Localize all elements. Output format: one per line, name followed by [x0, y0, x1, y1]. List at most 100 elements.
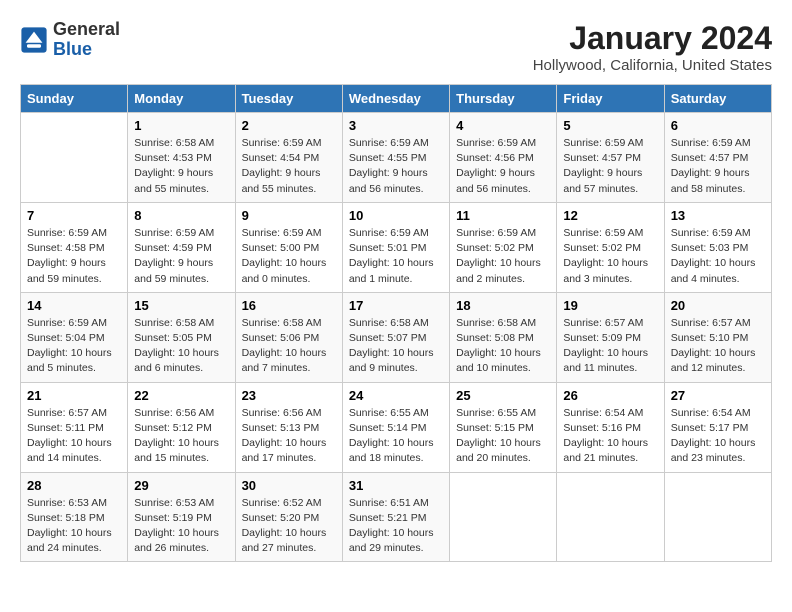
day-number: 31: [349, 478, 443, 493]
logo-general-text: General: [53, 20, 120, 40]
day-number: 11: [456, 208, 550, 223]
day-number: 9: [242, 208, 336, 223]
logo: General Blue: [20, 20, 120, 60]
day-info: Sunrise: 6:57 AM Sunset: 5:11 PM Dayligh…: [27, 406, 121, 467]
calendar-cell: 28 Sunrise: 6:53 AM Sunset: 5:18 PM Dayli…: [21, 472, 128, 562]
column-header-friday: Friday: [557, 85, 664, 113]
calendar-cell: 3 Sunrise: 6:59 AM Sunset: 4:55 PM Daylig…: [342, 113, 449, 203]
day-info: Sunrise: 6:53 AM Sunset: 5:19 PM Dayligh…: [134, 496, 228, 557]
day-number: 24: [349, 388, 443, 403]
calendar-cell: 29 Sunrise: 6:53 AM Sunset: 5:19 PM Dayli…: [128, 472, 235, 562]
day-info: Sunrise: 6:54 AM Sunset: 5:16 PM Dayligh…: [563, 406, 657, 467]
column-header-wednesday: Wednesday: [342, 85, 449, 113]
calendar-cell: [450, 472, 557, 562]
calendar-week-row: 7 Sunrise: 6:59 AM Sunset: 4:58 PM Daylig…: [21, 202, 772, 292]
day-info: Sunrise: 6:58 AM Sunset: 5:08 PM Dayligh…: [456, 316, 550, 377]
calendar-cell: 4 Sunrise: 6:59 AM Sunset: 4:56 PM Daylig…: [450, 113, 557, 203]
day-number: 18: [456, 298, 550, 313]
day-info: Sunrise: 6:59 AM Sunset: 5:00 PM Dayligh…: [242, 226, 336, 287]
page-header: General Blue January 2024 Hollywood, Cal…: [20, 20, 772, 74]
day-number: 13: [671, 208, 765, 223]
day-info: Sunrise: 6:59 AM Sunset: 4:59 PM Dayligh…: [134, 226, 228, 287]
day-info: Sunrise: 6:59 AM Sunset: 4:57 PM Dayligh…: [563, 136, 657, 197]
calendar-cell: 9 Sunrise: 6:59 AM Sunset: 5:00 PM Daylig…: [235, 202, 342, 292]
day-number: 4: [456, 118, 550, 133]
day-info: Sunrise: 6:58 AM Sunset: 5:05 PM Dayligh…: [134, 316, 228, 377]
day-number: 27: [671, 388, 765, 403]
calendar-cell: 26 Sunrise: 6:54 AM Sunset: 5:16 PM Dayli…: [557, 382, 664, 472]
calendar-cell: 8 Sunrise: 6:59 AM Sunset: 4:59 PM Daylig…: [128, 202, 235, 292]
location-subtitle: Hollywood, California, United States: [533, 57, 772, 74]
day-info: Sunrise: 6:59 AM Sunset: 5:02 PM Dayligh…: [563, 226, 657, 287]
calendar-cell: 18 Sunrise: 6:58 AM Sunset: 5:08 PM Dayli…: [450, 292, 557, 382]
day-number: 16: [242, 298, 336, 313]
day-info: Sunrise: 6:53 AM Sunset: 5:18 PM Dayligh…: [27, 496, 121, 557]
calendar-cell: 23 Sunrise: 6:56 AM Sunset: 5:13 PM Dayli…: [235, 382, 342, 472]
day-info: Sunrise: 6:59 AM Sunset: 4:58 PM Dayligh…: [27, 226, 121, 287]
calendar-cell: 19Sunrise: 6:57 AM Sunset: 5:09 PM Dayli…: [557, 292, 664, 382]
day-number: 15: [134, 298, 228, 313]
day-number: 29: [134, 478, 228, 493]
calendar-cell: 17Sunrise: 6:58 AM Sunset: 5:07 PM Dayli…: [342, 292, 449, 382]
title-block: January 2024 Hollywood, California, Unit…: [533, 20, 772, 74]
calendar-cell: [557, 472, 664, 562]
day-number: 30: [242, 478, 336, 493]
day-info: Sunrise: 6:57 AM Sunset: 5:10 PM Dayligh…: [671, 316, 765, 377]
calendar-week-row: 14Sunrise: 6:59 AM Sunset: 5:04 PM Dayli…: [21, 292, 772, 382]
calendar-table: SundayMondayTuesdayWednesdayThursdayFrid…: [20, 84, 772, 562]
calendar-cell: 14Sunrise: 6:59 AM Sunset: 5:04 PM Dayli…: [21, 292, 128, 382]
calendar-cell: 15 Sunrise: 6:58 AM Sunset: 5:05 PM Dayli…: [128, 292, 235, 382]
column-header-tuesday: Tuesday: [235, 85, 342, 113]
day-number: 10: [349, 208, 443, 223]
calendar-cell: [21, 113, 128, 203]
column-header-saturday: Saturday: [664, 85, 771, 113]
day-info: Sunrise: 6:59 AM Sunset: 5:02 PM Dayligh…: [456, 226, 550, 287]
day-number: 28: [27, 478, 121, 493]
day-info: Sunrise: 6:54 AM Sunset: 5:17 PM Dayligh…: [671, 406, 765, 467]
calendar-cell: 11 Sunrise: 6:59 AM Sunset: 5:02 PM Dayli…: [450, 202, 557, 292]
day-number: 17: [349, 298, 443, 313]
day-number: 25: [456, 388, 550, 403]
day-number: 7: [27, 208, 121, 223]
calendar-week-row: 1 Sunrise: 6:58 AM Sunset: 4:53 PM Daylig…: [21, 113, 772, 203]
day-info: Sunrise: 6:56 AM Sunset: 5:13 PM Dayligh…: [242, 406, 336, 467]
calendar-cell: 7 Sunrise: 6:59 AM Sunset: 4:58 PM Daylig…: [21, 202, 128, 292]
column-header-sunday: Sunday: [21, 85, 128, 113]
calendar-cell: 20 Sunrise: 6:57 AM Sunset: 5:10 PM Dayli…: [664, 292, 771, 382]
day-number: 23: [242, 388, 336, 403]
calendar-cell: 1 Sunrise: 6:58 AM Sunset: 4:53 PM Daylig…: [128, 113, 235, 203]
calendar-cell: 6Sunrise: 6:59 AM Sunset: 4:57 PM Daylig…: [664, 113, 771, 203]
day-info: Sunrise: 6:59 AM Sunset: 5:01 PM Dayligh…: [349, 226, 443, 287]
day-number: 20: [671, 298, 765, 313]
calendar-cell: 2Sunrise: 6:59 AM Sunset: 4:54 PM Daylig…: [235, 113, 342, 203]
day-number: 3: [349, 118, 443, 133]
day-number: 8: [134, 208, 228, 223]
day-number: 12: [563, 208, 657, 223]
day-info: Sunrise: 6:59 AM Sunset: 4:54 PM Dayligh…: [242, 136, 336, 197]
day-info: Sunrise: 6:58 AM Sunset: 5:06 PM Dayligh…: [242, 316, 336, 377]
calendar-cell: 5Sunrise: 6:59 AM Sunset: 4:57 PM Daylig…: [557, 113, 664, 203]
day-info: Sunrise: 6:59 AM Sunset: 4:56 PM Dayligh…: [456, 136, 550, 197]
calendar-cell: 13 Sunrise: 6:59 AM Sunset: 5:03 PM Dayli…: [664, 202, 771, 292]
calendar-cell: 24 Sunrise: 6:55 AM Sunset: 5:14 PM Dayli…: [342, 382, 449, 472]
day-number: 1: [134, 118, 228, 133]
calendar-week-row: 28 Sunrise: 6:53 AM Sunset: 5:18 PM Dayli…: [21, 472, 772, 562]
day-number: 21: [27, 388, 121, 403]
calendar-cell: 27 Sunrise: 6:54 AM Sunset: 5:17 PM Dayli…: [664, 382, 771, 472]
calendar-cell: 10 Sunrise: 6:59 AM Sunset: 5:01 PM Dayli…: [342, 202, 449, 292]
day-info: Sunrise: 6:59 AM Sunset: 4:55 PM Dayligh…: [349, 136, 443, 197]
calendar-week-row: 21 Sunrise: 6:57 AM Sunset: 5:11 PM Dayli…: [21, 382, 772, 472]
calendar-cell: 16 Sunrise: 6:58 AM Sunset: 5:06 PM Dayli…: [235, 292, 342, 382]
logo-blue-text: Blue: [53, 40, 120, 60]
day-info: Sunrise: 6:58 AM Sunset: 4:53 PM Dayligh…: [134, 136, 228, 197]
day-info: Sunrise: 6:59 AM Sunset: 5:03 PM Dayligh…: [671, 226, 765, 287]
calendar-cell: 22Sunrise: 6:56 AM Sunset: 5:12 PM Dayli…: [128, 382, 235, 472]
day-number: 19: [563, 298, 657, 313]
day-info: Sunrise: 6:55 AM Sunset: 5:14 PM Dayligh…: [349, 406, 443, 467]
column-header-monday: Monday: [128, 85, 235, 113]
day-number: 26: [563, 388, 657, 403]
calendar-cell: 12 Sunrise: 6:59 AM Sunset: 5:02 PM Dayli…: [557, 202, 664, 292]
logo-icon: [20, 26, 48, 54]
day-number: 22: [134, 388, 228, 403]
calendar-cell: 25Sunrise: 6:55 AM Sunset: 5:15 PM Dayli…: [450, 382, 557, 472]
